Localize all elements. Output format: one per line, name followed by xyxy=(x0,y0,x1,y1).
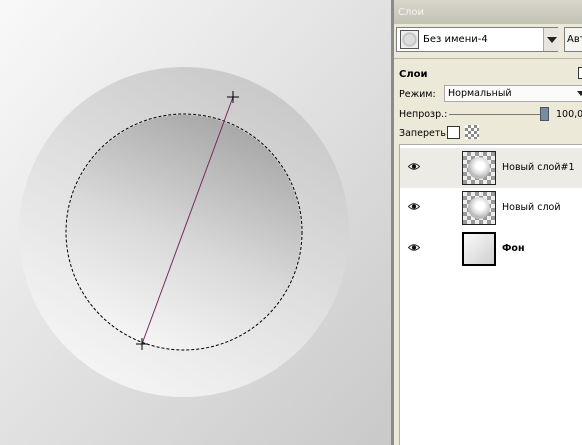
lock-alpha-icon[interactable] xyxy=(465,125,479,139)
eye-icon[interactable] xyxy=(408,162,420,171)
opacity-slider-track[interactable] xyxy=(449,114,544,115)
opacity-value[interactable]: 100,0 xyxy=(556,109,582,120)
inner-disc xyxy=(67,115,301,349)
auto-button[interactable]: Авто xyxy=(564,27,582,52)
tab-menu-button[interactable] xyxy=(578,67,582,79)
image-canvas[interactable] xyxy=(0,0,393,445)
layer-thumbnail xyxy=(462,191,496,225)
layers-dock: Слои Без имени-4 Авто Слои Режим: Нормал… xyxy=(394,0,582,445)
image-name: Без имени-4 xyxy=(423,34,488,45)
layer-row[interactable]: Новый слой#1 xyxy=(400,148,582,188)
layer-row[interactable]: Фон xyxy=(400,229,582,269)
layer-row[interactable]: Новый слой xyxy=(400,188,582,228)
auto-button-label: Авто xyxy=(567,34,582,45)
lock-label: Запереть: xyxy=(399,128,450,139)
layer-name: Новый слой xyxy=(502,202,561,213)
image-thumbnail xyxy=(400,30,419,49)
mode-label: Режим: xyxy=(399,89,436,100)
divider xyxy=(394,58,582,59)
lock-pixels-icon[interactable] xyxy=(447,126,460,139)
dock-title: Слои xyxy=(398,7,424,18)
layer-thumbnail xyxy=(462,151,496,185)
opacity-slider-handle[interactable] xyxy=(540,107,549,121)
layer-name: Новый слой#1 xyxy=(502,162,575,173)
chevron-down-icon[interactable] xyxy=(543,28,559,51)
opacity-label: Непрозр.: xyxy=(399,109,448,120)
eye-icon[interactable] xyxy=(408,202,420,211)
layer-list[interactable]: Новый слой#1 Новый слой Фон xyxy=(399,144,582,445)
layer-thumbnail xyxy=(462,232,496,266)
mode-dropdown[interactable]: Нормальный xyxy=(444,85,582,102)
layer-name: Фон xyxy=(502,243,525,254)
eye-icon[interactable] xyxy=(408,243,420,252)
chevron-down-icon xyxy=(577,91,582,96)
layers-header: Слои xyxy=(399,69,428,80)
mode-value: Нормальный xyxy=(448,88,512,99)
dock-titlebar[interactable]: Слои xyxy=(394,0,582,24)
image-selector[interactable]: Без имени-4 xyxy=(396,27,559,52)
